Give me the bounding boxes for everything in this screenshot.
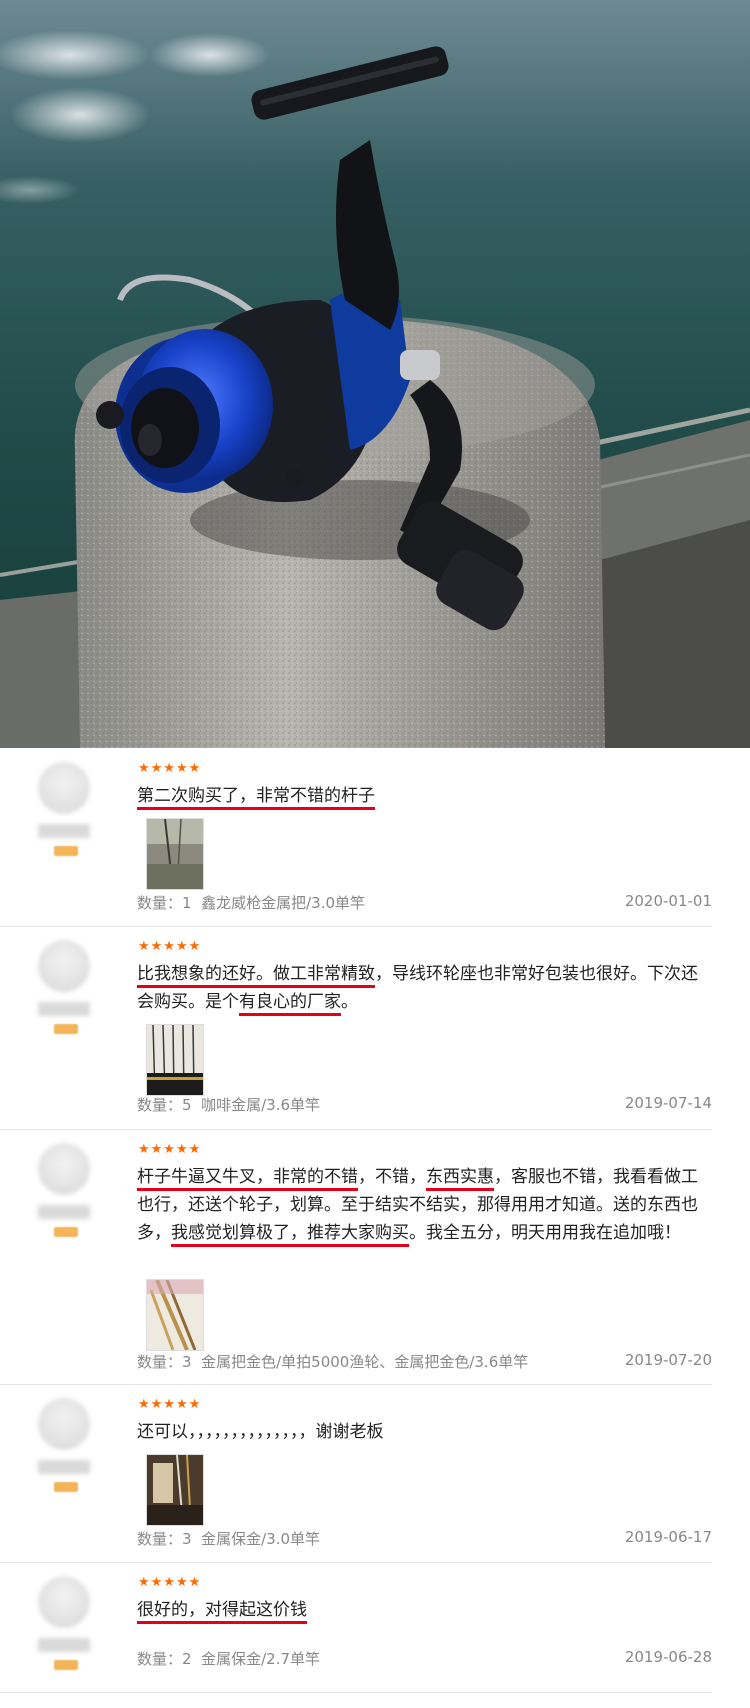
review-text-segment: 。我全五分，明天用用我在追加哦！ xyxy=(409,1223,681,1243)
order-info: 数量：1 鑫龙威枪金属把/3.0单竿 xyxy=(137,892,365,913)
quantity-value: 2 xyxy=(182,1650,192,1668)
review-text: 比我想象的还好。做工非常精致，导线环轮座也非常好包装也很好。下次还会购买。是个有… xyxy=(137,960,707,1016)
review-text-segment: ，不错， xyxy=(358,1167,426,1187)
order-info: 数量：2 金属保金/2.7单竿 xyxy=(137,1648,320,1669)
order-info: 数量：3 金属把金色/单拍5000渔轮、金属把金色/3.6单竿 xyxy=(137,1351,528,1372)
review-text-segment: 比我想象的还好。做工非常精致 xyxy=(137,964,375,984)
quantity-value: 5 xyxy=(182,1096,192,1114)
star-rating: ★★★★★ xyxy=(138,1397,202,1412)
member-level-badge xyxy=(54,1227,78,1237)
quantity-label: 数量： xyxy=(137,1530,183,1548)
star-rating: ★★★★★ xyxy=(138,939,202,954)
review-photo-thumbnail[interactable] xyxy=(146,818,204,890)
quantity-value: 3 xyxy=(182,1353,192,1371)
review-list: ★★★★★ 第二次购买了，非常不错的杆子 数量：1 鑫龙威枪金属把/3.0单竿 … xyxy=(0,748,750,1708)
quantity-label: 数量： xyxy=(137,1650,183,1668)
avatar xyxy=(38,1143,90,1195)
sku-variant: 咖啡金属/3.6单竿 xyxy=(201,1096,321,1114)
sku-variant: 金属把金色/单拍5000渔轮、金属把金色/3.6单竿 xyxy=(201,1353,529,1371)
member-level-badge xyxy=(54,846,78,856)
review-date: 2019-07-20 xyxy=(624,1351,712,1369)
review-date: 2020-01-01 xyxy=(624,892,712,910)
username-blurred xyxy=(38,1638,90,1652)
review-text-segment: 很好的，对得起这价钱 xyxy=(137,1600,307,1620)
review-photo-thumbnail[interactable] xyxy=(146,1279,204,1351)
review-text: 杆子牛逼又牛叉，非常的不错，不错，东西实惠，客服也不错，我看看做工也行，还送个轮… xyxy=(137,1163,707,1247)
username-blurred xyxy=(38,824,90,838)
username-blurred xyxy=(38,1002,90,1016)
review-item: ★★★★★ 很好的，对得起这价钱 数量：2 金属保金/2.7单竿 2019-06… xyxy=(0,1562,712,1693)
username-blurred xyxy=(38,1460,90,1474)
review-photo-thumbnail[interactable] xyxy=(146,1454,204,1526)
quantity-label: 数量： xyxy=(137,1353,183,1371)
sku-variant: 金属保金/2.7单竿 xyxy=(201,1650,321,1668)
review-date: 2019-07-14 xyxy=(624,1094,712,1112)
review-text-segment: 还可以，，，，，，，，，，，，，，谢谢老板 xyxy=(137,1422,384,1442)
order-info: 数量：3 金属保金/3.0单竿 xyxy=(137,1528,320,1549)
quantity-label: 数量： xyxy=(137,894,183,912)
order-info: 数量：5 咖啡金属/3.6单竿 xyxy=(137,1094,320,1115)
review-text-segment: 东西实惠 xyxy=(426,1167,494,1187)
review-date: 2019-06-28 xyxy=(624,1648,712,1666)
review-photo-thumbnail[interactable] xyxy=(146,1024,204,1096)
review-text-segment: 第二次购买了，非常不错的杆子 xyxy=(137,786,375,806)
quantity-value: 1 xyxy=(182,894,192,912)
quantity-label: 数量： xyxy=(137,1096,183,1114)
avatar xyxy=(38,940,90,992)
review-text: 第二次购买了，非常不错的杆子 xyxy=(137,782,707,810)
product-photo xyxy=(0,0,750,748)
avatar xyxy=(38,1398,90,1450)
review-text: 很好的，对得起这价钱 xyxy=(137,1596,707,1624)
review-item: ★★★★★ 比我想象的还好。做工非常精致，导线环轮座也非常好包装也很好。下次还会… xyxy=(0,926,712,1130)
member-level-badge xyxy=(54,1024,78,1034)
review-text-segment: 我感觉划算极了，推荐大家购买 xyxy=(171,1223,409,1243)
username-blurred xyxy=(38,1205,90,1219)
review-text-segment: 有良心的厂家 xyxy=(239,992,341,1012)
review-text: 还可以，，，，，，，，，，，，，，谢谢老板 xyxy=(137,1418,707,1446)
review-item: ★★★★★ 第二次购买了，非常不错的杆子 数量：1 鑫龙威枪金属把/3.0单竿 … xyxy=(0,748,712,927)
member-level-badge xyxy=(54,1482,78,1492)
review-date: 2019-06-17 xyxy=(624,1528,712,1546)
avatar xyxy=(38,1576,90,1628)
sku-variant: 金属保金/3.0单竿 xyxy=(201,1530,321,1548)
review-item: ★★★★★ 杆子牛逼又牛叉，非常的不错，不错，东西实惠，客服也不错，我看看做工也… xyxy=(0,1129,712,1385)
star-rating: ★★★★★ xyxy=(138,1142,202,1157)
member-level-badge xyxy=(54,1660,78,1670)
sku-variant: 鑫龙威枪金属把/3.0单竿 xyxy=(201,894,366,912)
quantity-value: 3 xyxy=(182,1530,192,1548)
review-item: ★★★★★ 还可以，，，，，，，，，，，，，，谢谢老板 数量：3 金属保金/3.… xyxy=(0,1384,712,1563)
avatar xyxy=(38,762,90,814)
review-text-segment: 杆子牛逼又牛叉，非常的不错 xyxy=(137,1167,358,1187)
star-rating: ★★★★★ xyxy=(138,1575,202,1590)
star-rating: ★★★★★ xyxy=(138,761,202,776)
review-text-segment: 。 xyxy=(341,992,358,1012)
